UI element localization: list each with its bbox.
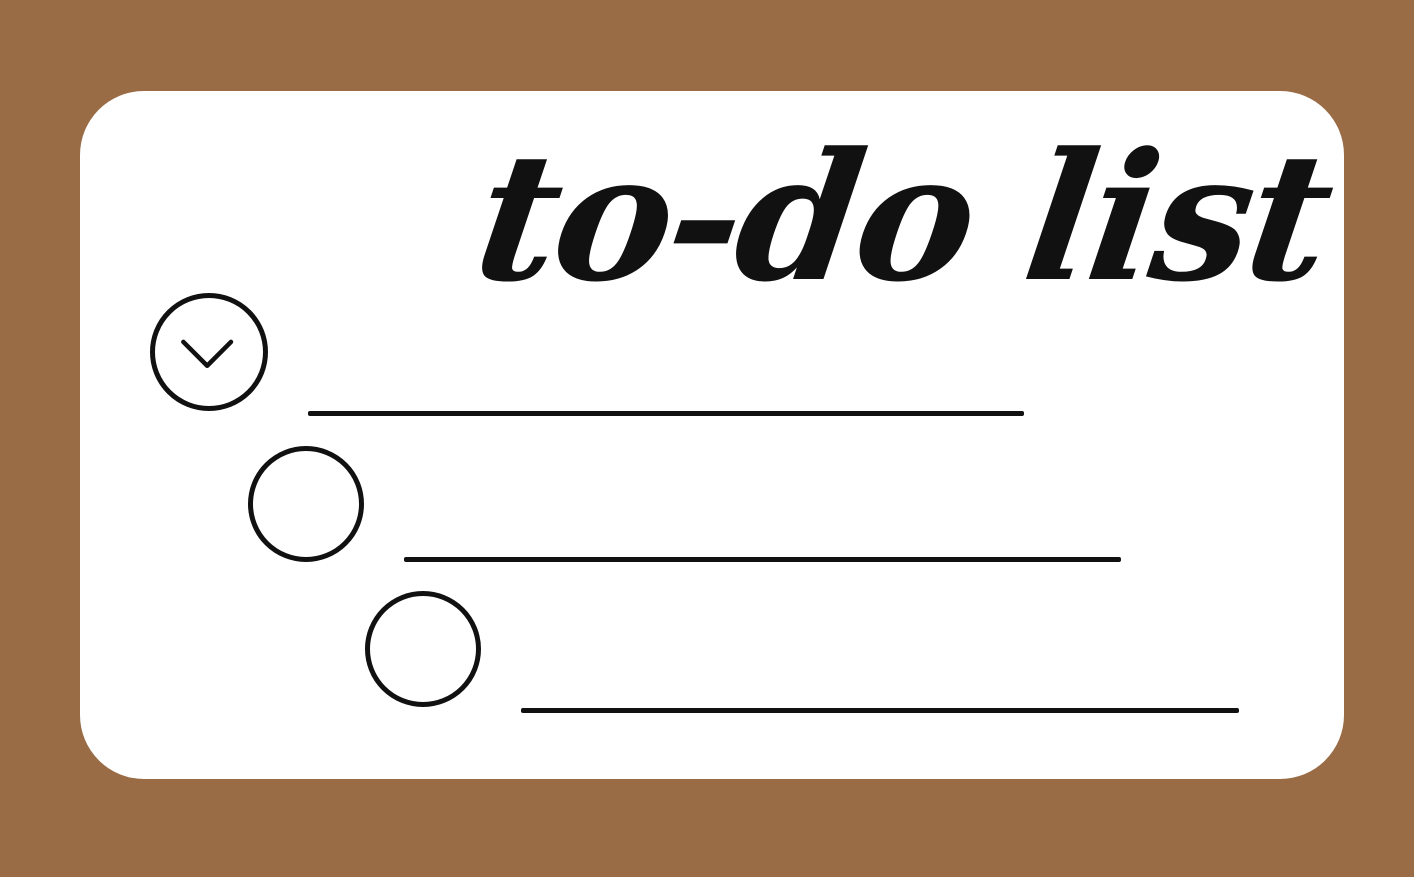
- page-title: to-do list: [464, 114, 1342, 321]
- task-2-checkbox[interactable]: [248, 446, 364, 562]
- task-2-line[interactable]: [404, 557, 1121, 562]
- chevron-down-icon: [181, 339, 234, 369]
- task-1-line[interactable]: [308, 411, 1024, 416]
- task-1-checkbox[interactable]: [150, 293, 268, 411]
- task-3-checkbox[interactable]: [365, 591, 481, 707]
- task-3-line[interactable]: [521, 708, 1239, 713]
